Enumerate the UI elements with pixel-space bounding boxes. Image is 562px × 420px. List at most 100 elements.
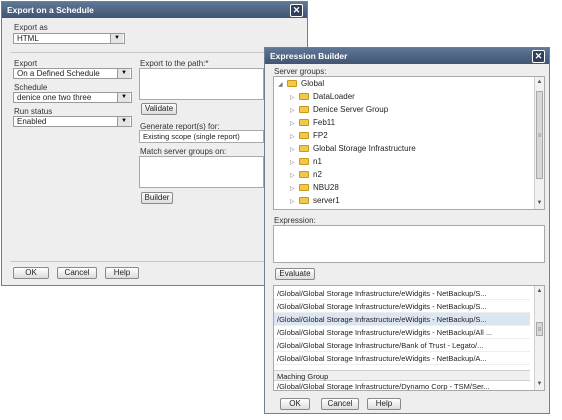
tree-node[interactable]: ▷ n2 bbox=[290, 169, 322, 181]
tree-node-label: Global Storage Infrastructure bbox=[313, 144, 416, 153]
matching-groups-grid[interactable]: /Global/Global Storage Infrastructure/eW… bbox=[273, 285, 545, 391]
collapsed-triangle-icon[interactable]: ▷ bbox=[290, 196, 299, 208]
tree-node-label: Feb11 bbox=[313, 118, 336, 127]
expression-input[interactable] bbox=[273, 225, 545, 263]
collapsed-triangle-icon[interactable]: ▷ bbox=[290, 131, 299, 143]
tree-node[interactable]: ▷ NBU28 bbox=[290, 182, 339, 194]
export-path-input[interactable] bbox=[139, 68, 264, 100]
export-as-label: Export as bbox=[14, 23, 48, 32]
table-row[interactable]: /Global/Global Storage Infrastructure/eW… bbox=[274, 287, 530, 300]
schedule-label: Schedule bbox=[14, 83, 48, 92]
table-row[interactable]: /Global/Global Storage Infrastructure/eW… bbox=[274, 313, 530, 326]
chevron-down-icon[interactable]: ▼ bbox=[110, 34, 123, 43]
expression-builder-dialog: Expression Builder ✕ Server groups: ◢ Glo… bbox=[264, 47, 550, 414]
tree-node-label: server1 bbox=[313, 196, 340, 205]
tree-node[interactable]: ▷ server1 bbox=[290, 195, 340, 207]
collapsed-triangle-icon[interactable]: ▷ bbox=[290, 170, 299, 182]
grid-header-label: Maching Group bbox=[277, 372, 329, 381]
export-schedule-title: Export on a Schedule bbox=[7, 5, 94, 15]
scroll-down-icon[interactable]: ▼ bbox=[535, 199, 544, 208]
match-server-groups-input[interactable] bbox=[139, 156, 264, 188]
scrollbar-thumb[interactable]: ≡ bbox=[536, 322, 543, 336]
close-icon[interactable]: ✕ bbox=[290, 4, 303, 17]
folder-icon bbox=[299, 145, 309, 152]
collapsed-triangle-icon[interactable]: ▷ bbox=[290, 144, 299, 156]
export-as-value: HTML bbox=[17, 34, 39, 43]
tree-node[interactable]: ▷ FP2 bbox=[290, 130, 328, 142]
validate-button[interactable]: Validate bbox=[141, 103, 177, 115]
cancel-button[interactable]: Cancel bbox=[321, 398, 359, 410]
table-row[interactable]: /Global/Global Storage Infrastructure/eW… bbox=[274, 326, 530, 339]
export-select[interactable]: On a Defined Schedule ▼ bbox=[13, 68, 132, 79]
divider bbox=[10, 261, 302, 262]
tree-node[interactable]: ▷ n1 bbox=[290, 156, 322, 168]
ok-button[interactable]: OK bbox=[13, 267, 49, 279]
generate-field[interactable]: Existing scope (single report) bbox=[139, 130, 264, 143]
tree-node-label: FP2 bbox=[313, 131, 328, 140]
scroll-up-icon[interactable]: ▲ bbox=[535, 287, 544, 296]
cancel-button[interactable]: Cancel bbox=[57, 267, 97, 279]
run-status-value: Enabled bbox=[17, 117, 47, 126]
schedule-select[interactable]: denice one two three ▼ bbox=[13, 92, 132, 103]
divider bbox=[10, 52, 302, 53]
tree-node-label: Global bbox=[301, 79, 325, 88]
tree-node[interactable]: ▷ DataLoader bbox=[290, 91, 355, 103]
tree-node[interactable]: ▷ test1 bbox=[290, 208, 330, 210]
folder-icon bbox=[299, 106, 309, 113]
expression-builder-title: Expression Builder bbox=[270, 51, 348, 61]
tree-node[interactable]: ▷ Feb11 bbox=[290, 117, 335, 129]
server-groups-tree[interactable]: ◢ Global ▷ DataLoader ▷ Denice Server Group… bbox=[273, 76, 545, 210]
collapsed-triangle-icon[interactable]: ▷ bbox=[290, 92, 299, 104]
expression-label: Expression: bbox=[274, 216, 316, 225]
evaluate-button[interactable]: Evaluate bbox=[275, 268, 315, 280]
tree-node-label: test1 bbox=[313, 209, 330, 210]
tree-node-label: n2 bbox=[313, 170, 322, 179]
tree-node-label: Denice Server Group bbox=[313, 105, 389, 114]
scrollbar-thumb[interactable]: ≡ bbox=[536, 91, 543, 179]
close-icon[interactable]: ✕ bbox=[532, 50, 545, 63]
collapsed-triangle-icon[interactable]: ▷ bbox=[290, 209, 299, 210]
collapsed-triangle-icon[interactable]: ▷ bbox=[290, 183, 299, 195]
export-path-label: Export to the path:* bbox=[140, 59, 209, 68]
chevron-down-icon[interactable]: ▼ bbox=[117, 117, 130, 126]
table-row[interactable]: /Global/Global Storage Infrastructure/eW… bbox=[274, 300, 530, 313]
grid-header: Maching Group bbox=[274, 370, 530, 381]
schedule-value: denice one two three bbox=[17, 93, 92, 102]
grid-scrollbar[interactable]: ▲ ≡ ▼ bbox=[534, 286, 544, 390]
tree-node[interactable]: ▷ Denice Server Group bbox=[290, 104, 388, 116]
expression-builder-titlebar[interactable]: Expression Builder ✕ bbox=[265, 48, 549, 64]
scroll-down-icon[interactable]: ▼ bbox=[535, 380, 544, 389]
server-groups-label: Server groups: bbox=[274, 67, 327, 76]
match-server-groups-label: Match server groups on: bbox=[140, 147, 227, 156]
table-row[interactable]: /Global/Global Storage Infrastructure/Ba… bbox=[274, 339, 530, 352]
generate-value: Existing scope (single report) bbox=[143, 132, 240, 141]
table-row[interactable]: /Global/Global Storage Infrastructure/eW… bbox=[274, 352, 530, 365]
chevron-down-icon[interactable]: ▼ bbox=[117, 93, 130, 102]
ok-button[interactable]: OK bbox=[280, 398, 310, 410]
help-button[interactable]: Help bbox=[367, 398, 401, 410]
collapsed-triangle-icon[interactable]: ▷ bbox=[290, 118, 299, 130]
export-schedule-dialog: Export on a Schedule ✕ Export as HTML ▼ … bbox=[1, 1, 308, 286]
export-as-select[interactable]: HTML ▼ bbox=[13, 33, 125, 44]
export-schedule-titlebar[interactable]: Export on a Schedule ✕ bbox=[2, 2, 307, 18]
expanded-triangle-icon[interactable]: ◢ bbox=[278, 79, 287, 91]
folder-icon bbox=[287, 80, 297, 87]
builder-button[interactable]: Builder bbox=[141, 192, 173, 204]
folder-icon bbox=[299, 132, 309, 139]
scroll-up-icon[interactable]: ▲ bbox=[535, 78, 544, 87]
export-value: On a Defined Schedule bbox=[17, 69, 100, 78]
help-button[interactable]: Help bbox=[105, 267, 139, 279]
chevron-down-icon[interactable]: ▼ bbox=[117, 69, 130, 78]
collapsed-triangle-icon[interactable]: ▷ bbox=[290, 157, 299, 169]
tree-node-label: DataLoader bbox=[313, 92, 355, 101]
folder-icon bbox=[299, 184, 309, 191]
tree-node[interactable]: ▷ Global Storage Infrastructure bbox=[290, 143, 416, 155]
collapsed-triangle-icon[interactable]: ▷ bbox=[290, 105, 299, 117]
run-status-select[interactable]: Enabled ▼ bbox=[13, 116, 132, 127]
tree-scrollbar[interactable]: ▲ ≡ ▼ bbox=[534, 77, 544, 209]
export-label: Export bbox=[14, 59, 38, 68]
tree-node-global[interactable]: ◢ Global bbox=[278, 78, 324, 90]
folder-icon bbox=[299, 171, 309, 178]
folder-icon bbox=[299, 93, 309, 100]
folder-icon bbox=[299, 197, 309, 204]
